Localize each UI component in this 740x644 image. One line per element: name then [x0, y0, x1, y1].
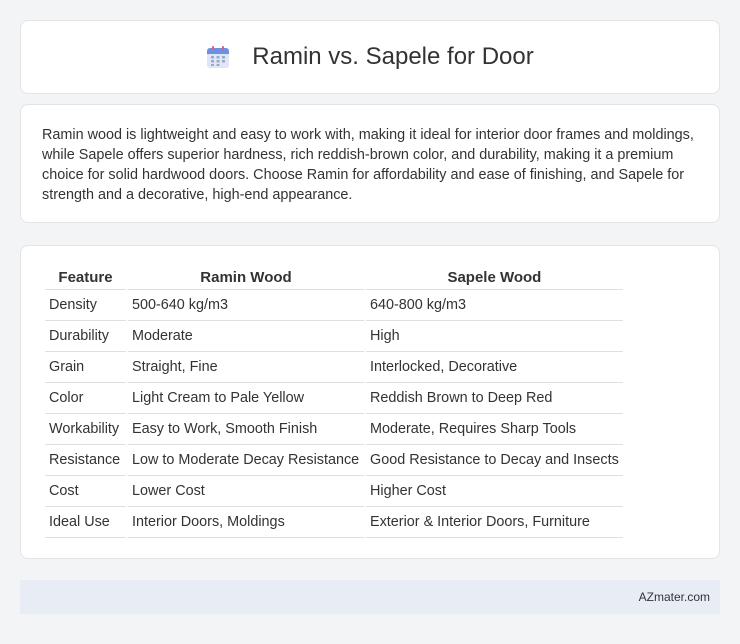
- summary-card: Ramin wood is lightweight and easy to wo…: [20, 104, 720, 223]
- sapele-cell: 640-800 kg/m3: [366, 290, 623, 321]
- feature-cell: Workability: [45, 414, 126, 445]
- ramin-cell: Easy to Work, Smooth Finish: [128, 414, 364, 445]
- comparison-table: Feature Ramin Wood Sapele Wood Density 5…: [43, 266, 625, 538]
- sapele-cell: High: [366, 321, 623, 352]
- table-row: Density 500-640 kg/m3 640-800 kg/m3: [45, 290, 623, 321]
- ramin-cell: Lower Cost: [128, 476, 364, 507]
- sapele-cell: Interlocked, Decorative: [366, 352, 623, 383]
- feature-cell: Durability: [45, 321, 126, 352]
- footer-source-link[interactable]: AZmater.com: [639, 590, 710, 604]
- column-header-ramin: Ramin Wood: [128, 266, 364, 290]
- ramin-cell: Interior Doors, Moldings: [128, 507, 364, 538]
- sapele-cell: Good Resistance to Decay and Insects: [366, 445, 623, 476]
- table-row: Workability Easy to Work, Smooth Finish …: [45, 414, 623, 445]
- ramin-cell: Moderate: [128, 321, 364, 352]
- ramin-cell: 500-640 kg/m3: [128, 290, 364, 321]
- sapele-cell: Reddish Brown to Deep Red: [366, 383, 623, 414]
- title-card: Ramin vs. Sapele for Door: [20, 20, 720, 94]
- ramin-cell: Straight, Fine: [128, 352, 364, 383]
- feature-cell: Ideal Use: [45, 507, 126, 538]
- sapele-cell: Moderate, Requires Sharp Tools: [366, 414, 623, 445]
- footer: AZmater.com: [20, 580, 720, 614]
- feature-cell: Resistance: [45, 445, 126, 476]
- column-header-sapele: Sapele Wood: [366, 266, 623, 290]
- sapele-cell: Exterior & Interior Doors, Furniture: [366, 507, 623, 538]
- table-row: Durability Moderate High: [45, 321, 623, 352]
- sapele-cell: Higher Cost: [366, 476, 623, 507]
- table-row: Ideal Use Interior Doors, Moldings Exter…: [45, 507, 623, 538]
- calendar-icon: [206, 45, 230, 69]
- feature-cell: Cost: [45, 476, 126, 507]
- table-row: Color Light Cream to Pale Yellow Reddish…: [45, 383, 623, 414]
- ramin-cell: Low to Moderate Decay Resistance: [128, 445, 364, 476]
- table-row: Resistance Low to Moderate Decay Resista…: [45, 445, 623, 476]
- summary-text: Ramin wood is lightweight and easy to wo…: [42, 127, 694, 203]
- feature-cell: Density: [45, 290, 126, 321]
- table-row: Cost Lower Cost Higher Cost: [45, 476, 623, 507]
- comparison-table-card: Feature Ramin Wood Sapele Wood Density 5…: [20, 245, 720, 559]
- column-header-feature: Feature: [45, 266, 126, 290]
- page-title: Ramin vs. Sapele for Door: [252, 43, 534, 70]
- table-header-row: Feature Ramin Wood Sapele Wood: [45, 266, 623, 290]
- feature-cell: Grain: [45, 352, 126, 383]
- ramin-cell: Light Cream to Pale Yellow: [128, 383, 364, 414]
- feature-cell: Color: [45, 383, 126, 414]
- table-row: Grain Straight, Fine Interlocked, Decora…: [45, 352, 623, 383]
